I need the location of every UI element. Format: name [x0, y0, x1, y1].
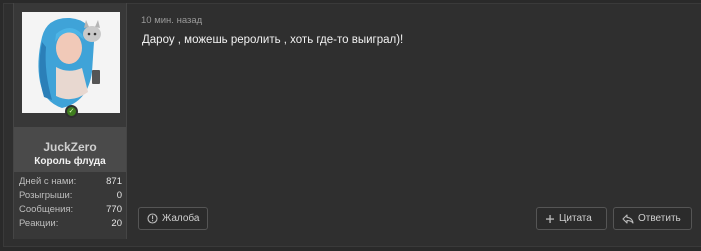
username[interactable]: JuckZero [14, 140, 126, 154]
quote-label: Цитата [559, 213, 592, 224]
stat-value: 871 [106, 176, 122, 187]
stat-label: Дней с нами: [19, 176, 77, 187]
stat-row-giveaways: Розыгрыши: 0 [14, 189, 126, 203]
stat-value: 770 [106, 204, 122, 215]
report-button[interactable]: Жалоба [138, 207, 208, 230]
stat-row-days: Дней с нами: 871 [14, 175, 126, 189]
stat-label: Розыгрыши: [19, 190, 73, 201]
stat-value: 20 [111, 218, 122, 229]
alert-circle-icon [147, 213, 158, 224]
stat-row-reactions: Реакции: 20 [14, 217, 126, 231]
stat-label: Реакции: [19, 218, 59, 229]
user-title: Король флуда [34, 156, 106, 167]
user-info-panel: ✓ JuckZero Король флуда Дней с нами: 871… [13, 3, 127, 239]
user-stats: Дней с нами: 871 Розыгрыши: 0 Сообщения:… [14, 175, 126, 231]
post-message: Дароу , можешь реролить , хоть где-то вы… [142, 34, 404, 46]
avatar[interactable] [22, 12, 120, 113]
stat-label: Сообщения: [19, 204, 74, 215]
stat-row-messages: Сообщения: 770 [14, 203, 126, 217]
user-name-block: JuckZero Король флуда [14, 127, 126, 172]
reply-icon [622, 213, 634, 224]
reply-label: Ответить [638, 213, 681, 224]
stat-value: 0 [116, 190, 122, 201]
plus-icon [545, 214, 555, 224]
avatar-image [22, 12, 120, 113]
quote-button[interactable]: Цитата [536, 207, 607, 230]
online-status-icon: ✓ [65, 105, 78, 118]
post-timestamp[interactable]: 10 мин. назад [141, 15, 202, 26]
report-label: Жалоба [162, 213, 200, 224]
reply-button[interactable]: Ответить [613, 207, 692, 230]
